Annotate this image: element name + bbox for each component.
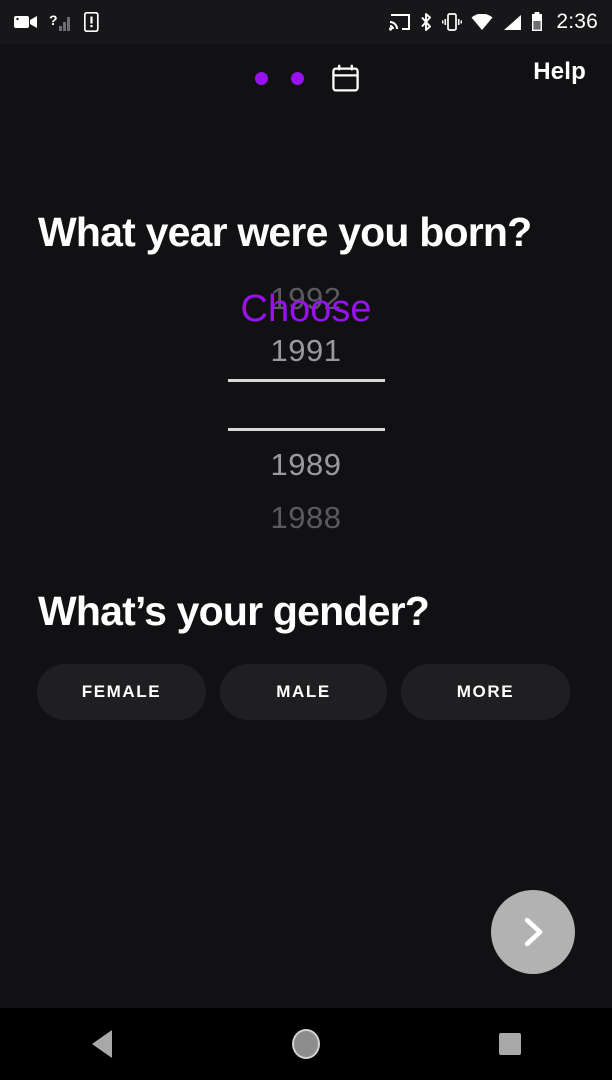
status-bar-clock: 2:36 [556,10,598,33]
nav-back-button[interactable] [42,1008,162,1080]
phone-alert-icon [84,12,99,32]
status-bar: ? 2:36 [0,0,612,44]
nav-recents-button[interactable] [450,1008,570,1080]
help-button[interactable]: Help [533,58,586,86]
wifi-icon [471,13,493,30]
back-triangle-icon [92,1030,112,1058]
header: Help [0,58,612,114]
status-bar-left-icons: ? [14,12,99,32]
app-screen: ? 2:36 Help What year were you born? 199… [0,0,612,1080]
home-circle-icon [292,1029,320,1059]
gender-options: FEMALE MALE MORE [37,664,570,720]
vibrate-icon [442,13,463,31]
android-nav-bar [0,1008,612,1080]
step-dot-2 [291,71,304,85]
year-question-title: What year were you born? [38,209,532,255]
gender-button-male[interactable]: MALE [220,664,387,720]
year-picker-wheel[interactable]: 1992 1991 Choose 1989 1988 [0,283,612,543]
video-camera-icon [14,16,37,28]
year-selected-row[interactable]: Choose [0,283,612,343]
signal-unknown-icon: ? [49,12,70,31]
step-indicator [255,64,359,92]
recents-square-icon [499,1033,521,1055]
gender-button-female[interactable]: FEMALE [37,664,206,720]
gender-question-title: What’s your gender? [38,588,430,634]
calendar-icon[interactable] [332,64,359,92]
cellular-signal-icon [504,14,522,30]
chevron-right-icon [524,917,543,947]
year-option-1989[interactable]: 1989 [0,449,612,480]
bluetooth-icon [421,13,432,31]
cast-icon [389,14,411,31]
year-selection-highlight [228,379,385,431]
year-option-1988[interactable]: 1988 [0,502,612,533]
gender-button-more[interactable]: MORE [401,664,570,720]
battery-icon [532,12,543,31]
step-dot-1 [255,71,268,85]
svg-text:?: ? [49,12,58,28]
nav-home-button[interactable] [246,1008,366,1080]
status-bar-right-icons: 2:36 [389,10,598,34]
next-button[interactable] [491,890,575,974]
year-option-selected[interactable]: Choose [241,288,372,330]
